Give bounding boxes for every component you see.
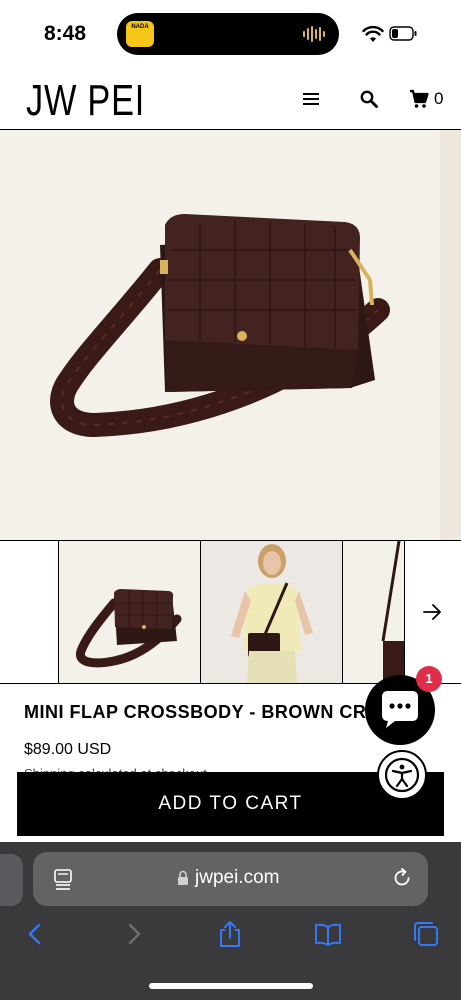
thumbnail-bag[interactable] [59,541,201,683]
accessibility-icon [384,757,420,793]
reader-icon[interactable] [53,868,73,890]
model-thumbnail-image [231,544,313,683]
product-title: MINI FLAP CROSSBODY - BROWN CROC [24,702,384,722]
status-bar: 8:48 NADA [0,0,461,68]
brand-logo[interactable]: JW PEI [26,76,145,126]
previous-tab-preview[interactable] [0,854,23,906]
product-price: $89.00 USD [24,741,112,758]
search-icon[interactable] [360,90,378,108]
reload-icon[interactable] [391,867,413,889]
menu-icon[interactable] [303,92,319,106]
back-icon[interactable] [22,920,50,948]
url-text[interactable]: jwpei.com [195,867,279,889]
thumbnail-model[interactable] [201,541,343,683]
battery-icon [389,26,417,41]
cart-icon[interactable] [409,89,429,109]
dynamic-island[interactable]: NADA [117,13,339,55]
cart-count[interactable]: 0 [434,89,443,109]
arrow-right-icon[interactable] [420,600,444,624]
accessibility-button[interactable] [377,750,427,800]
bookmarks-icon[interactable] [314,920,342,948]
clock: 8:48 [44,22,87,45]
strap-thumbnail-image [381,541,404,683]
chat-notification-badge: 1 [416,666,442,692]
bag-thumbnail-image [75,589,182,668]
wifi-icon [362,25,384,42]
share-icon[interactable] [216,920,244,948]
brown-croc-bag-image [50,214,390,438]
site-header: JW PEI 0 [0,68,461,130]
lock-icon [178,870,188,885]
next-image-peek [440,130,461,540]
browser-toolbar: jwpei.com [0,842,461,1000]
thumbnail-strip [0,540,461,684]
tabs-icon[interactable] [412,920,440,948]
thumbnail-strap[interactable] [343,541,405,683]
forward-icon[interactable] [120,920,148,948]
address-bar[interactable]: jwpei.com [33,852,428,906]
island-app-icon: NADA [126,21,154,47]
thumbnail-partial[interactable] [0,541,59,683]
home-indicator [149,983,313,989]
audio-waveform-icon [303,26,325,42]
product-main-image[interactable] [0,130,440,540]
